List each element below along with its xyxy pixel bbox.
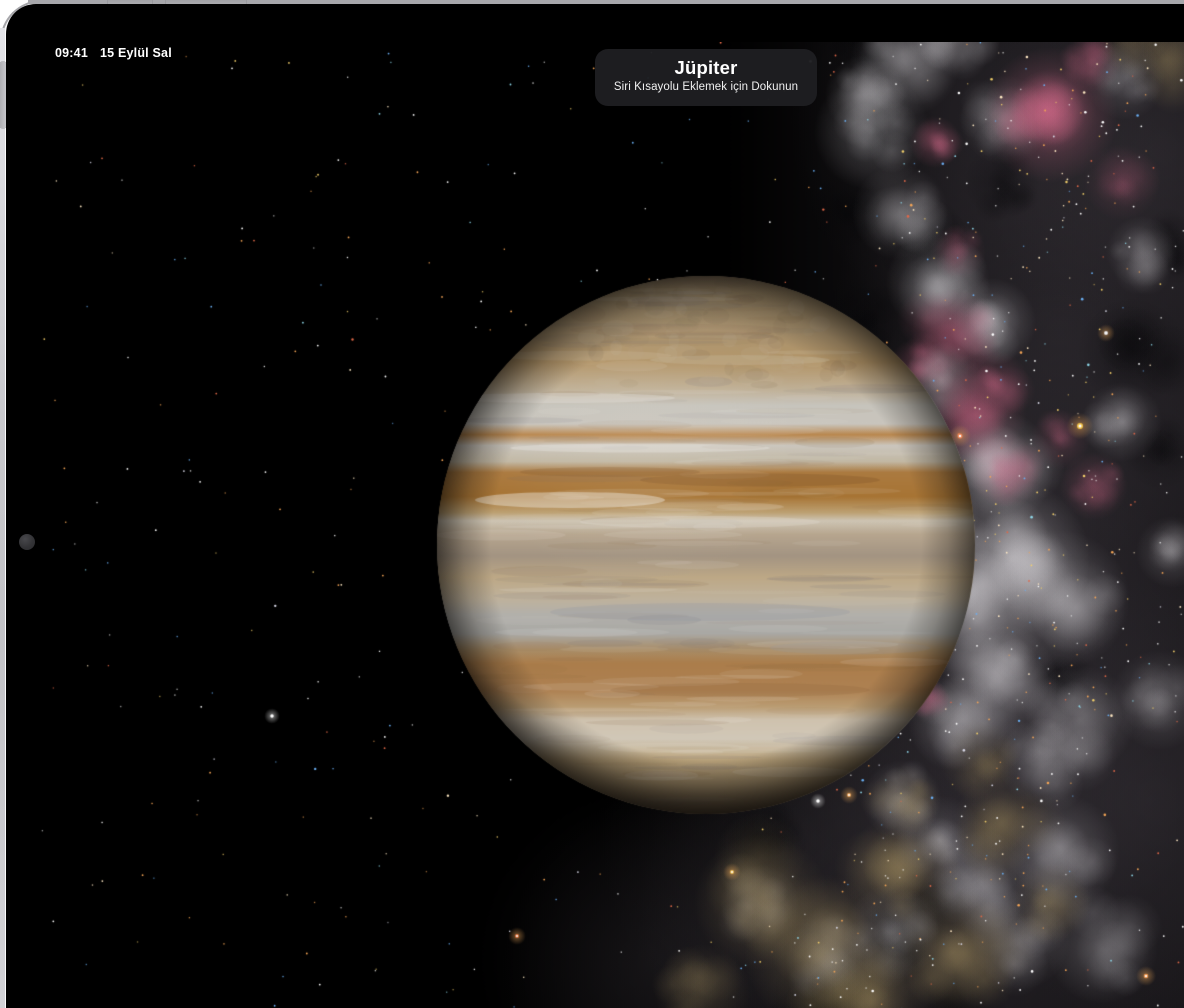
space-jupiter-wallpaper[interactable] — [40, 42, 1184, 1008]
status-date: 15 Eylül Sal — [100, 46, 172, 60]
banner-subtitle: Siri Kısayolu Eklemek için Dokunun — [595, 81, 817, 93]
status-bar: 09:41 15 Eylül Sal — [55, 46, 172, 60]
status-time: 09:41 — [55, 46, 88, 60]
siri-shortcut-banner[interactable]: Jüpiter Siri Kısayolu Eklemek için Dokun… — [595, 49, 817, 106]
front-camera — [19, 534, 35, 550]
device-left-edge — [0, 28, 5, 1008]
display: 09:41 15 Eylül Sal Jüpiter Siri Kısayolu … — [40, 42, 1184, 1008]
banner-title: Jüpiter — [595, 57, 817, 78]
